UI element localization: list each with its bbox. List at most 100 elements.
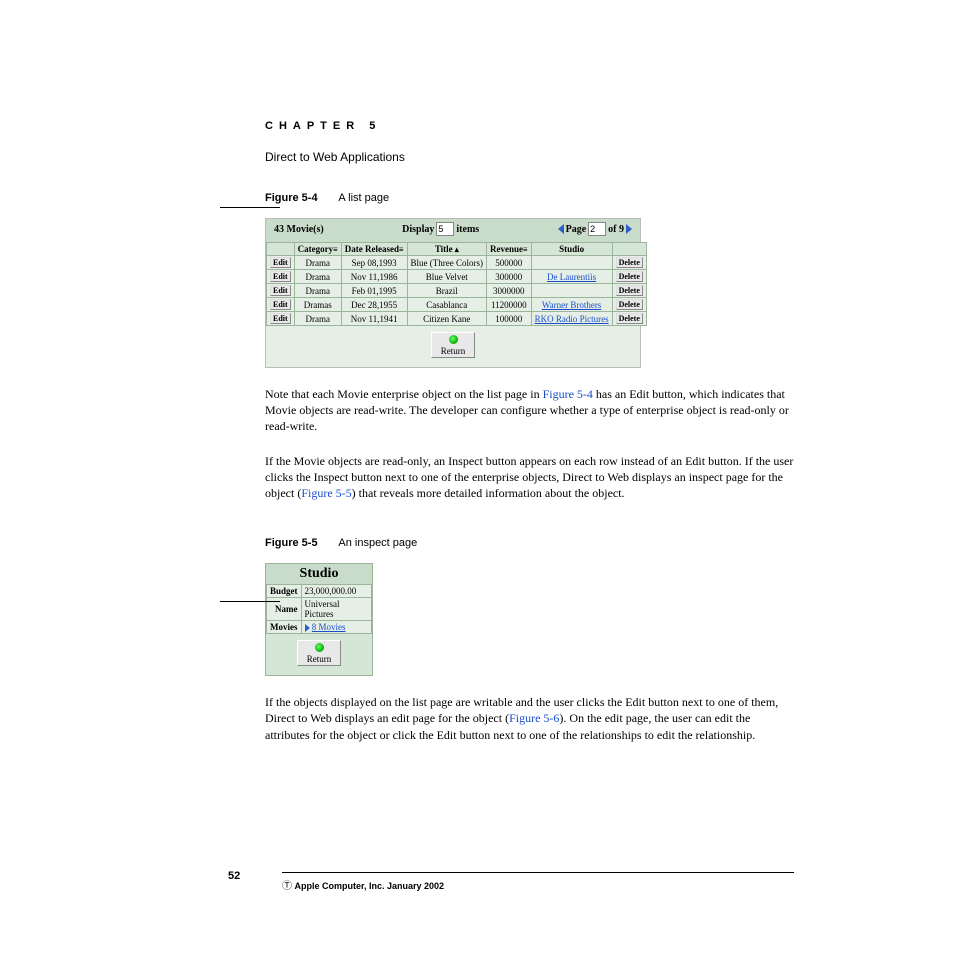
cell-value: Universal Pictures xyxy=(301,598,371,621)
cell-delete: Delete xyxy=(612,256,646,270)
inspect-page-figure: Studio Budget23,000,000.00NameUniversal … xyxy=(265,563,373,676)
table-row: NameUniversal Pictures xyxy=(267,598,372,621)
list-page-figure: 43 Movie(s) Display items Page of 9 Cate… xyxy=(265,218,641,368)
edit-button[interactable]: Edit xyxy=(270,313,291,324)
cell-revenue: 500000 xyxy=(487,256,532,270)
chapter-label: CHAPTER 5 xyxy=(265,120,794,132)
figure-5-4-number: Figure 5-4 xyxy=(265,192,318,204)
delete-button[interactable]: Delete xyxy=(616,313,643,324)
edit-button[interactable]: Edit xyxy=(270,271,291,282)
paragraph-2: If the Movie objects are read-only, an I… xyxy=(265,453,794,502)
pager-label-pre: Page xyxy=(566,224,587,235)
delete-button[interactable]: Delete xyxy=(616,299,643,310)
table-row: EditDramaNov 11,1941Citizen Kane100000RK… xyxy=(267,312,647,326)
figure-5-5-number: Figure 5-5 xyxy=(265,537,318,549)
cell-title: Casablanca xyxy=(407,298,486,312)
return-icon xyxy=(449,335,458,344)
return-icon xyxy=(315,643,324,652)
cell-date: Dec 28,1955 xyxy=(341,298,407,312)
table-row: Movies 8 Movies xyxy=(267,621,372,634)
cell-revenue: 300000 xyxy=(487,270,532,284)
cell-date: Nov 11,1941 xyxy=(341,312,407,326)
xref-figure-5-5[interactable]: Figure 5-5 xyxy=(301,486,351,500)
cell-studio: De Laurentiis xyxy=(531,270,612,284)
col-title[interactable]: Title ▴ xyxy=(407,243,486,256)
col-edit xyxy=(267,243,295,256)
delete-button[interactable]: Delete xyxy=(616,271,643,282)
figure-5-4-label: Figure 5-4 A list page xyxy=(265,192,794,204)
cell-title: Citizen Kane xyxy=(407,312,486,326)
cell-category: Drama xyxy=(294,284,341,298)
cell-edit: Edit xyxy=(267,270,295,284)
delete-button[interactable]: Delete xyxy=(616,257,643,268)
pager-next-icon[interactable] xyxy=(626,224,632,234)
edit-button[interactable]: Edit xyxy=(270,257,291,268)
cell-studio xyxy=(531,284,612,298)
section-title: Direct to Web Applications xyxy=(265,150,794,164)
paragraph-3: If the objects displayed on the list pag… xyxy=(265,694,794,743)
page-number: 52 xyxy=(228,870,240,882)
studio-link[interactable]: Warner Brothers xyxy=(542,300,602,310)
cell-delete: Delete xyxy=(612,312,646,326)
cell-revenue: 3000000 xyxy=(487,284,532,298)
cell-category: Drama xyxy=(294,312,341,326)
cell-value: 8 Movies xyxy=(301,621,371,634)
cell-title: Blue (Three Colors) xyxy=(407,256,486,270)
edit-button[interactable]: Edit xyxy=(270,299,291,310)
cell-revenue: 11200000 xyxy=(487,298,532,312)
col-category[interactable]: Category≡ xyxy=(294,243,341,256)
col-delete xyxy=(612,243,646,256)
table-row: EditDramaSep 08,1993Blue (Three Colors)5… xyxy=(267,256,647,270)
inspect-return-label: Return xyxy=(307,654,332,664)
cell-title: Brazil xyxy=(407,284,486,298)
cell-date: Feb 01,1995 xyxy=(341,284,407,298)
studio-link[interactable]: RKO Radio Pictures xyxy=(535,314,609,324)
xref-figure-5-4[interactable]: Figure 5-4 xyxy=(543,387,593,401)
cell-studio: Warner Brothers xyxy=(531,298,612,312)
pager-page-input[interactable] xyxy=(588,222,606,236)
figure-5-4-caption: A list page xyxy=(338,192,389,204)
figure-5-5-caption: An inspect page xyxy=(338,537,417,549)
inspect-return-button[interactable]: Return xyxy=(297,640,341,666)
movie-count: 43 Movie(s) xyxy=(274,224,324,235)
table-row: Budget23,000,000.00 xyxy=(267,585,372,598)
display-label-post: items xyxy=(456,224,479,235)
cell-label: Movies xyxy=(267,621,302,634)
delete-button[interactable]: Delete xyxy=(616,285,643,296)
cell-label: Budget xyxy=(267,585,302,598)
copyright-text: Apple Computer, Inc. January 2002 xyxy=(295,881,445,891)
inspect-table: Budget23,000,000.00NameUniversal Picture… xyxy=(266,584,372,634)
copyright-icon: Ⓣ xyxy=(282,881,292,892)
pager-prev-icon[interactable] xyxy=(558,224,564,234)
xref-figure-5-6[interactable]: Figure 5-6 xyxy=(509,711,559,725)
col-revenue[interactable]: Revenue≡ xyxy=(487,243,532,256)
col-studio[interactable]: Studio xyxy=(531,243,612,256)
cell-studio: RKO Radio Pictures xyxy=(531,312,612,326)
disclosure-icon[interactable] xyxy=(305,624,310,632)
display-label-pre: Display xyxy=(402,224,434,235)
cell-studio xyxy=(531,256,612,270)
paragraph-1: Note that each Movie enterprise object o… xyxy=(265,386,794,435)
pager-total: of 9 xyxy=(608,224,624,235)
cell-revenue: 100000 xyxy=(487,312,532,326)
cell-edit: Edit xyxy=(267,298,295,312)
inspect-header: Studio xyxy=(266,564,372,584)
cell-title: Blue Velvet xyxy=(407,270,486,284)
display-count-input[interactable] xyxy=(436,222,454,236)
cell-category: Drama xyxy=(294,270,341,284)
table-row: EditDramaFeb 01,1995Brazil3000000 Delete xyxy=(267,284,647,298)
cell-edit: Edit xyxy=(267,284,295,298)
movies-link[interactable]: 8 Movies xyxy=(312,622,346,632)
return-label: Return xyxy=(441,346,466,356)
cell-category: Drama xyxy=(294,256,341,270)
studio-link[interactable]: De Laurentiis xyxy=(547,272,596,282)
cell-delete: Delete xyxy=(612,298,646,312)
col-date-released[interactable]: Date Released≡ xyxy=(341,243,407,256)
cell-delete: Delete xyxy=(612,284,646,298)
table-row: EditDramasDec 28,1955Casablanca11200000W… xyxy=(267,298,647,312)
edit-button[interactable]: Edit xyxy=(270,285,291,296)
return-button[interactable]: Return xyxy=(431,332,475,358)
cell-value: 23,000,000.00 xyxy=(301,585,371,598)
cell-date: Sep 08,1993 xyxy=(341,256,407,270)
cell-edit: Edit xyxy=(267,312,295,326)
